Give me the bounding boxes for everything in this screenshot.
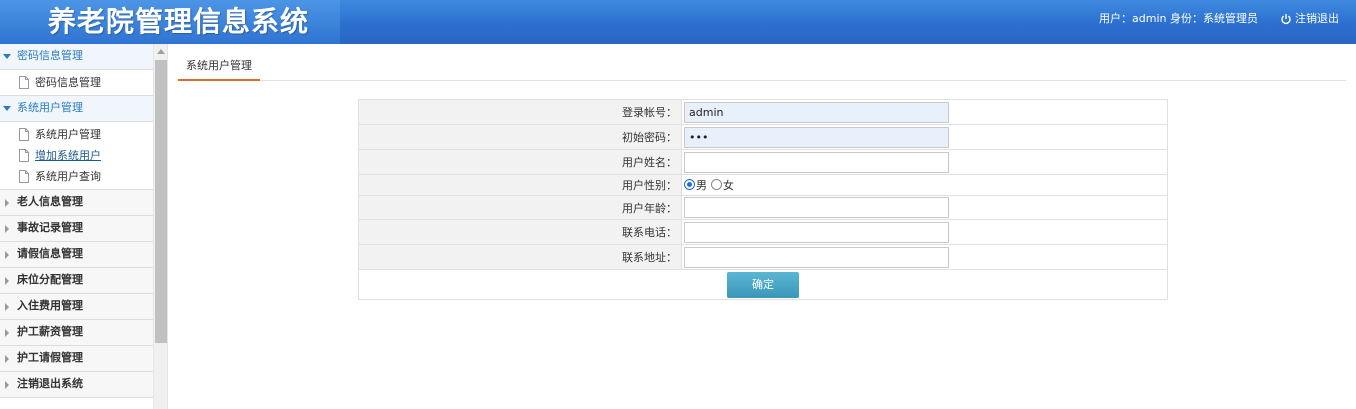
login-account-input[interactable] (684, 101, 949, 123)
sidebar-group-fee[interactable]: 入住费用管理 (0, 294, 153, 320)
gender-male-radio[interactable] (684, 179, 695, 191)
sidebar-group-label: 密码信息管理 (17, 49, 83, 62)
sidebar-item-add-sysuser[interactable]: 增加系统用户 (0, 145, 153, 166)
collapsed-arrow-icon (5, 381, 9, 389)
scroll-thumb[interactable] (155, 60, 167, 343)
sidebar-item-label: 密码信息管理 (35, 76, 101, 89)
sidebar-group-label: 床位分配管理 (17, 273, 83, 286)
sidebar-item-label: 系统用户管理 (35, 128, 101, 141)
gender-radio-group: 男 女 (684, 177, 734, 193)
form-row-login-account: 登录帐号： (358, 99, 1168, 125)
form-row-gender: 用户性别： 男 女 (358, 174, 1168, 196)
sidebar-group-label: 注销退出系统 (17, 377, 83, 390)
sidebar-group-label: 入住费用管理 (17, 299, 83, 312)
sidebar-sublist-password: 密码信息管理 (0, 70, 153, 96)
sidebar-group-logout[interactable]: 注销退出系统 (0, 372, 153, 398)
form-row-address: 联系地址： (358, 244, 1168, 270)
collapsed-arrow-icon (5, 355, 9, 363)
expanded-arrow-icon (3, 106, 11, 111)
collapsed-arrow-icon (5, 277, 9, 285)
expanded-arrow-icon (3, 54, 11, 59)
sidebar-item-password-manage[interactable]: 密码信息管理 (0, 72, 153, 93)
address-input[interactable] (684, 246, 949, 268)
sidebar-group-carer-leave[interactable]: 护工请假管理 (0, 346, 153, 372)
sidebar-item-sysuser-manage[interactable]: 系统用户管理 (0, 124, 153, 145)
user-name-input[interactable] (684, 151, 949, 173)
sidebar-group-salary[interactable]: 护工薪资管理 (0, 320, 153, 346)
field-label: 用户姓名： (358, 149, 682, 175)
gender-female-label[interactable]: 女 (723, 177, 734, 193)
sidebar-group-label: 护工请假管理 (17, 351, 83, 364)
field-label: 初始密码： (358, 124, 682, 150)
form-row-phone: 联系电话： (358, 219, 1168, 245)
field-label: 联系电话： (358, 219, 682, 245)
sidebar-group-accident[interactable]: 事故记录管理 (0, 216, 153, 242)
user-info: 用户：admin 身份：系统管理员 (1099, 12, 1258, 25)
sidebar-group-password[interactable]: 密码信息管理 (0, 44, 153, 70)
form-row-submit: 确定 (358, 269, 1168, 300)
collapsed-arrow-icon (5, 303, 9, 311)
sidebar-group-label: 老人信息管理 (17, 195, 83, 208)
sidebar: 密码信息管理 密码信息管理 系统用户管理 系统用户管理 增加系统用户 系统用户查… (0, 44, 168, 409)
add-user-form: 登录帐号： 初始密码： 用户姓名： 用户性别： 男 女 用户年龄： (358, 99, 1168, 300)
sidebar-group-label: 系统用户管理 (17, 101, 83, 114)
sidebar-group-label: 护工薪资管理 (17, 325, 83, 338)
form-row-initial-password: 初始密码： (358, 124, 1168, 150)
field-label: 用户年龄： (358, 195, 682, 220)
submit-button[interactable]: 确定 (727, 271, 799, 298)
phone-input[interactable] (684, 221, 949, 243)
logout-button[interactable]: 注销退出 (1280, 11, 1339, 27)
initial-password-input[interactable] (684, 126, 949, 148)
collapsed-arrow-icon (5, 251, 9, 259)
sidebar-group-leave[interactable]: 请假信息管理 (0, 242, 153, 268)
form-row-user-name: 用户姓名： (358, 149, 1168, 175)
collapsed-arrow-icon (5, 199, 9, 207)
age-input[interactable] (684, 197, 949, 218)
sidebar-item-label: 系统用户查询 (35, 170, 101, 183)
field-label: 用户性别： (358, 174, 682, 196)
field-label: 登录帐号： (358, 99, 682, 125)
tab-bar: 系统用户管理 (178, 56, 1346, 81)
tab-sysuser-manage[interactable]: 系统用户管理 (178, 56, 260, 81)
sidebar-menu: 密码信息管理 密码信息管理 系统用户管理 系统用户管理 增加系统用户 系统用户查… (0, 44, 153, 398)
sidebar-sublist-sysuser: 系统用户管理 增加系统用户 系统用户查询 (0, 122, 153, 190)
document-icon (19, 170, 29, 183)
collapsed-arrow-icon (5, 225, 9, 233)
gender-female-radio[interactable] (711, 179, 722, 191)
field-label: 联系地址： (358, 244, 682, 270)
collapsed-arrow-icon (5, 329, 9, 337)
sidebar-item-query-sysuser[interactable]: 系统用户查询 (0, 166, 153, 187)
sidebar-item-label: 增加系统用户 (35, 149, 101, 162)
sidebar-group-elder[interactable]: 老人信息管理 (0, 190, 153, 216)
sidebar-group-label: 事故记录管理 (17, 221, 83, 234)
sidebar-group-label: 请假信息管理 (17, 247, 83, 260)
document-icon (19, 149, 29, 162)
power-icon (1281, 14, 1291, 25)
document-icon (19, 76, 29, 89)
sidebar-scrollbar[interactable] (153, 44, 167, 409)
document-icon (19, 128, 29, 141)
app-title: 养老院管理信息系统 (48, 5, 310, 38)
app-header: 养老院管理信息系统 用户：admin 身份：系统管理员 注销退出 (0, 0, 1356, 44)
scroll-up-arrow-icon[interactable] (157, 49, 165, 54)
logout-label: 注销退出 (1295, 12, 1339, 25)
sidebar-group-sysuser[interactable]: 系统用户管理 (0, 96, 153, 122)
form-row-age: 用户年龄： (358, 195, 1168, 220)
gender-male-label[interactable]: 男 (696, 177, 707, 193)
sidebar-group-bed[interactable]: 床位分配管理 (0, 268, 153, 294)
